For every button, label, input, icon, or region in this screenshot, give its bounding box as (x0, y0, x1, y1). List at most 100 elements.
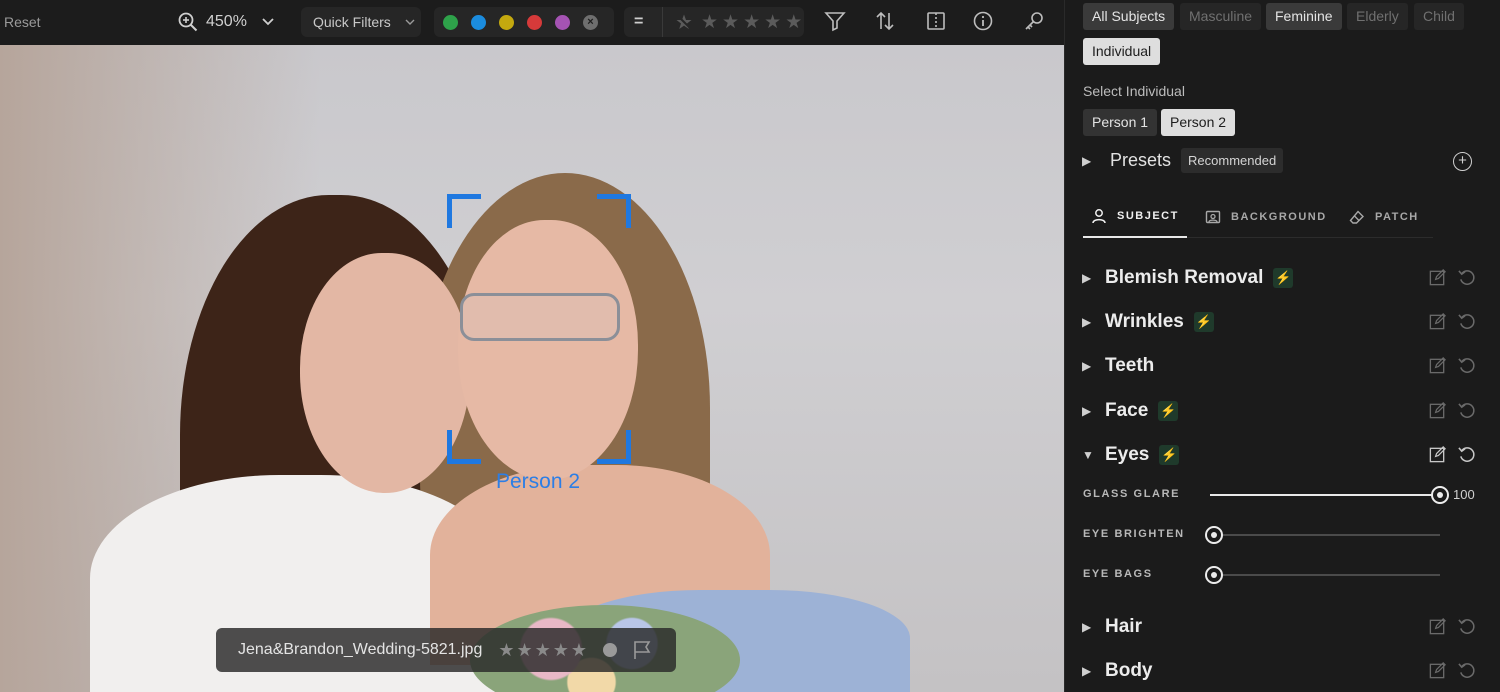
section-face[interactable]: ▶ Face ⚡ (1082, 396, 1482, 426)
filter-icon[interactable] (824, 10, 846, 32)
caret-right-icon: ▶ (1082, 315, 1092, 329)
slider-label: GLASS GLARE (1083, 488, 1181, 500)
file-star-5[interactable]: ★ (571, 640, 587, 661)
slider-label: EYE BRIGHTEN (1083, 528, 1185, 540)
ai-bolt-icon: ⚡ (1158, 401, 1179, 421)
reset-icon[interactable] (1457, 312, 1476, 331)
color-label-purple[interactable] (555, 14, 570, 30)
reset-icon[interactable] (1457, 661, 1476, 680)
slider-knob[interactable] (1205, 526, 1223, 544)
caret-right-icon: ▶ (1082, 620, 1092, 634)
reset-icon[interactable] (1457, 445, 1476, 464)
chip-child[interactable]: Child (1414, 3, 1464, 30)
section-eyes[interactable]: ▼ Eyes ⚡ (1082, 440, 1482, 470)
slider-eye-bags: EYE BAGS (1083, 563, 1483, 587)
reset-icon[interactable] (1457, 617, 1476, 636)
rating-star-3[interactable]: ★ (743, 13, 760, 32)
compare-view-icon[interactable] (925, 10, 947, 32)
reset-button[interactable]: Reset (4, 14, 41, 30)
face-selection-corner-bl[interactable] (447, 430, 481, 464)
tab-subject[interactable]: SUBJECT (1083, 196, 1187, 238)
section-wrinkles[interactable]: ▶ Wrinkles ⚡ (1082, 307, 1482, 337)
chevron-down-icon[interactable] (261, 15, 275, 29)
face-selection-label: Person 2 (496, 470, 581, 493)
top-toolbar: Reset 450% Quick Filters × = ★ ★ ★ ★ ★ (0, 0, 1064, 45)
divider (662, 7, 663, 37)
section-blemish-removal[interactable]: ▶ Blemish Removal ⚡ (1082, 263, 1482, 293)
rating-operator[interactable]: = (634, 13, 658, 31)
key-icon[interactable] (1023, 10, 1045, 32)
color-label-filter: × (434, 7, 614, 37)
no-rating-icon[interactable] (675, 13, 693, 31)
edit-icon[interactable] (1428, 312, 1447, 331)
edit-icon[interactable] (1428, 445, 1447, 464)
face-selection-corner-tr[interactable] (597, 194, 631, 228)
slider-track[interactable] (1205, 566, 1440, 584)
file-star-1[interactable]: ★ (498, 640, 514, 661)
adjustment-panel (1064, 0, 1500, 692)
edit-icon[interactable] (1428, 356, 1447, 375)
presets-header[interactable]: ▶ Presets Recommended (1082, 148, 1284, 173)
face-selection-corner-tl[interactable] (447, 194, 481, 228)
tab-background[interactable]: BACKGROUND (1205, 196, 1327, 238)
color-label-green[interactable] (443, 14, 458, 30)
rating-star-4[interactable]: ★ (764, 13, 781, 32)
file-star-4[interactable]: ★ (553, 640, 569, 661)
slider-knob[interactable] (1431, 486, 1449, 504)
photo-canvas[interactable] (0, 45, 1064, 692)
slider-track[interactable] (1210, 486, 1449, 504)
section-title: Wrinkles (1105, 311, 1184, 332)
flag-icon[interactable] (631, 639, 653, 661)
file-name: Jena&Brandon_Wedding-5821.jpg (238, 641, 483, 658)
section-body[interactable]: ▶ Body (1082, 656, 1482, 686)
rating-star-2[interactable]: ★ (722, 13, 739, 32)
photo-glasses (460, 293, 620, 341)
tab-patch[interactable]: PATCH (1349, 196, 1419, 238)
chip-elderly[interactable]: Elderly (1347, 3, 1408, 30)
face-selection-corner-br[interactable] (597, 430, 631, 464)
rating-star-1[interactable]: ★ (701, 13, 718, 32)
quick-filters-dropdown[interactable]: Quick Filters (301, 7, 421, 37)
zoom-value: 450% (206, 13, 247, 30)
color-label-dot[interactable] (603, 643, 618, 657)
tab-background-label: BACKGROUND (1231, 211, 1327, 223)
reset-icon[interactable] (1457, 401, 1476, 420)
chip-individual[interactable]: Individual (1083, 38, 1161, 65)
presets-recommended-badge[interactable]: Recommended (1181, 148, 1284, 173)
section-teeth[interactable]: ▶ Teeth (1082, 351, 1482, 381)
file-star-2[interactable]: ★ (516, 640, 532, 661)
chip-feminine[interactable]: Feminine (1266, 3, 1342, 30)
color-label-blue[interactable] (471, 14, 486, 30)
color-label-yellow[interactable] (499, 14, 514, 30)
rating-star-5[interactable]: ★ (785, 13, 802, 32)
edit-icon[interactable] (1428, 401, 1447, 420)
edit-icon[interactable] (1428, 661, 1447, 680)
reset-icon[interactable] (1457, 268, 1476, 287)
edit-icon[interactable] (1428, 617, 1447, 636)
add-preset-icon[interactable]: + (1453, 152, 1472, 171)
info-icon[interactable] (972, 10, 994, 32)
zoom-control[interactable]: 450% (178, 8, 275, 36)
person-icon (1092, 209, 1106, 224)
slider-knob[interactable] (1205, 566, 1223, 584)
reset-icon[interactable] (1457, 356, 1476, 375)
caret-right-icon: ▶ (1082, 359, 1092, 373)
presets-title: Presets (1110, 150, 1172, 170)
chip-person-1[interactable]: Person 1 (1083, 109, 1158, 136)
sort-icon[interactable] (874, 10, 896, 32)
section-hair[interactable]: ▶ Hair (1082, 612, 1482, 642)
chip-masculine[interactable]: Masculine (1180, 3, 1262, 30)
chip-all-subjects[interactable]: All Subjects (1083, 3, 1175, 30)
slider-label: EYE BAGS (1083, 568, 1153, 580)
clear-color-icon[interactable]: × (583, 14, 598, 30)
panel-tabs: SUBJECT BACKGROUND PATCH (1083, 196, 1433, 238)
section-title: Teeth (1105, 355, 1155, 376)
slider-eye-brighten: EYE BRIGHTEN (1083, 523, 1483, 547)
chip-person-2[interactable]: Person 2 (1161, 109, 1236, 136)
color-label-red[interactable] (527, 14, 542, 30)
file-star-3[interactable]: ★ (535, 640, 551, 661)
zoom-in-icon (178, 12, 198, 32)
slider-track[interactable] (1205, 526, 1440, 544)
edit-icon[interactable] (1428, 268, 1447, 287)
app-window: Reset 450% Quick Filters × = ★ ★ ★ ★ ★ P… (0, 0, 1500, 692)
